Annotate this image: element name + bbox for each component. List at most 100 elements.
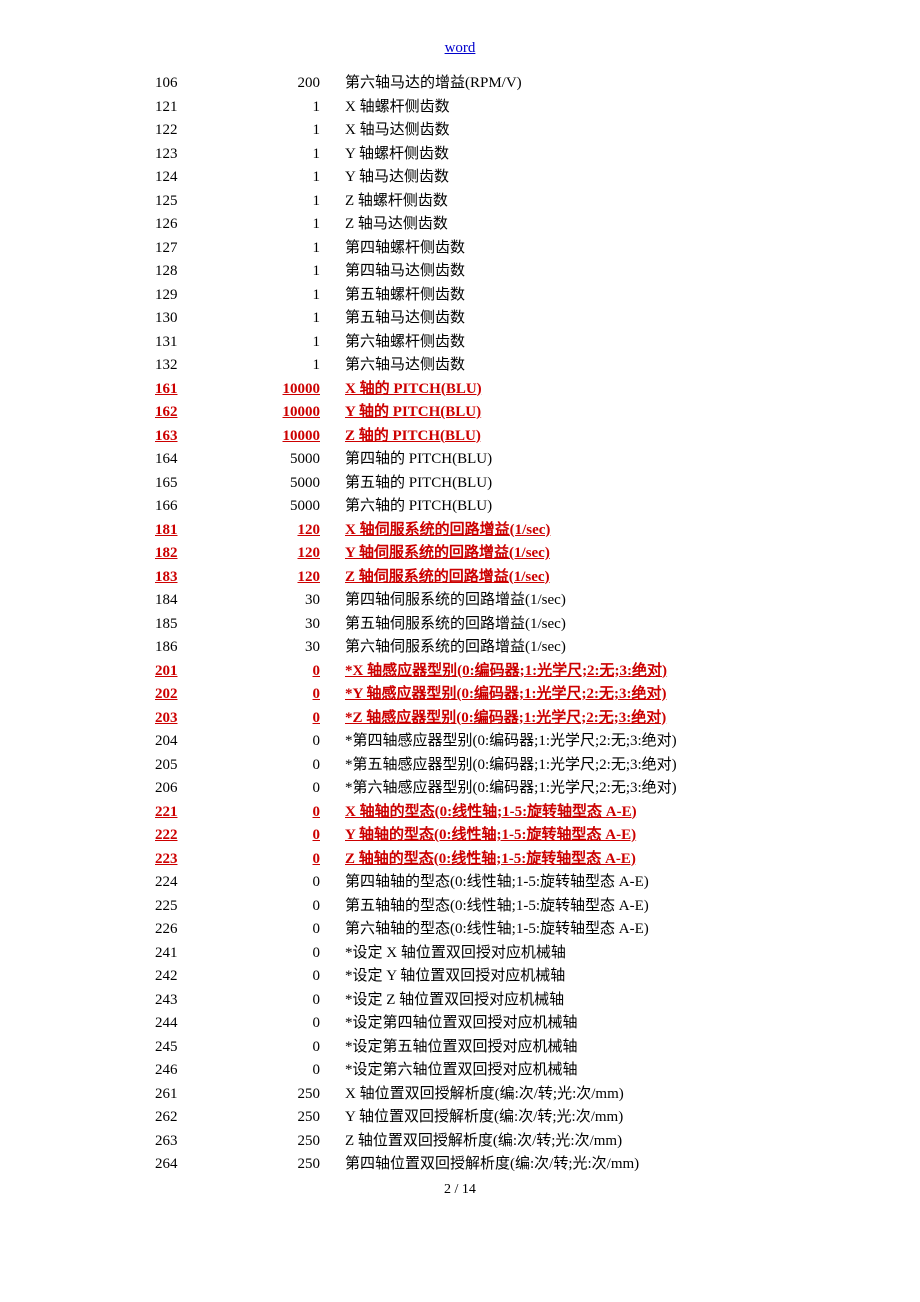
param-value: 250 bbox=[225, 1130, 345, 1154]
param-value: 0 bbox=[225, 707, 345, 731]
table-row: 2010*X 轴感应器型别(0:编码器;1:光学尺;2:无;3:绝对) bbox=[145, 660, 920, 684]
table-row: 2240第四轴轴的型态(0:线性轴;1-5:旋转轴型态 A-E) bbox=[145, 871, 920, 895]
param-id: 222 bbox=[145, 824, 225, 848]
param-value: 0 bbox=[225, 1036, 345, 1060]
param-id: 245 bbox=[145, 1036, 225, 1060]
param-value: 30 bbox=[225, 636, 345, 660]
param-id: 131 bbox=[145, 331, 225, 355]
table-row: 262250Y 轴位置双回授解析度(编:次/转;光:次/mm) bbox=[145, 1106, 920, 1130]
table-row: 18530第五轴伺服系统的回路增益(1/sec) bbox=[145, 613, 920, 637]
param-desc: *设定第四轴位置双回授对应机械轴 bbox=[345, 1012, 920, 1036]
param-value: 0 bbox=[225, 848, 345, 872]
param-value: 250 bbox=[225, 1153, 345, 1177]
param-desc: 第四轴位置双回授解析度(编:次/转;光:次/mm) bbox=[345, 1153, 920, 1177]
param-id: 163 bbox=[145, 425, 225, 449]
param-desc: *设定 X 轴位置双回授对应机械轴 bbox=[345, 942, 920, 966]
param-id: 202 bbox=[145, 683, 225, 707]
table-row: 183120Z 轴伺服系统的回路增益(1/sec) bbox=[145, 566, 920, 590]
param-id: 164 bbox=[145, 448, 225, 472]
table-row: 261250X 轴位置双回授解析度(编:次/转;光:次/mm) bbox=[145, 1083, 920, 1107]
table-row: 2260第六轴轴的型态(0:线性轴;1-5:旋转轴型态 A-E) bbox=[145, 918, 920, 942]
param-value: 1 bbox=[225, 331, 345, 355]
param-value: 1 bbox=[225, 307, 345, 331]
param-id: 121 bbox=[145, 96, 225, 120]
param-value: 250 bbox=[225, 1106, 345, 1130]
param-value: 0 bbox=[225, 989, 345, 1013]
param-id: 244 bbox=[145, 1012, 225, 1036]
param-id: 162 bbox=[145, 401, 225, 425]
param-value: 0 bbox=[225, 942, 345, 966]
param-id: 166 bbox=[145, 495, 225, 519]
param-id: 124 bbox=[145, 166, 225, 190]
param-id: 184 bbox=[145, 589, 225, 613]
table-row: 1231Y 轴螺杆侧齿数 bbox=[145, 143, 920, 167]
table-row: 1311第六轴螺杆侧齿数 bbox=[145, 331, 920, 355]
table-row: 16210000Y 轴的 PITCH(BLU) bbox=[145, 401, 920, 425]
param-id: 263 bbox=[145, 1130, 225, 1154]
param-id: 201 bbox=[145, 660, 225, 684]
param-id: 225 bbox=[145, 895, 225, 919]
table-row: 1655000第五轴的 PITCH(BLU) bbox=[145, 472, 920, 496]
param-value: 0 bbox=[225, 1059, 345, 1083]
table-row: 2230Z 轴轴的型态(0:线性轴;1-5:旋转轴型态 A-E) bbox=[145, 848, 920, 872]
param-id: 181 bbox=[145, 519, 225, 543]
param-desc: 第四轴的 PITCH(BLU) bbox=[345, 448, 920, 472]
param-desc: Z 轴轴的型态(0:线性轴;1-5:旋转轴型态 A-E) bbox=[345, 848, 920, 872]
param-desc: 第六轴马达的增益(RPM/V) bbox=[345, 72, 920, 96]
param-value: 0 bbox=[225, 754, 345, 778]
table-row: 2440*设定第四轴位置双回授对应机械轴 bbox=[145, 1012, 920, 1036]
param-desc: X 轴的 PITCH(BLU) bbox=[345, 378, 920, 402]
param-desc: *X 轴感应器型别(0:编码器;1:光学尺;2:无;3:绝对) bbox=[345, 660, 920, 684]
param-id: 185 bbox=[145, 613, 225, 637]
param-id: 224 bbox=[145, 871, 225, 895]
table-row: 16310000Z 轴的 PITCH(BLU) bbox=[145, 425, 920, 449]
param-desc: 第五轴轴的型态(0:线性轴;1-5:旋转轴型态 A-E) bbox=[345, 895, 920, 919]
table-row: 1221X 轴马达侧齿数 bbox=[145, 119, 920, 143]
param-value: 30 bbox=[225, 589, 345, 613]
param-value: 1 bbox=[225, 213, 345, 237]
table-row: 1251Z 轴螺杆侧齿数 bbox=[145, 190, 920, 214]
param-desc: X 轴位置双回授解析度(编:次/转;光:次/mm) bbox=[345, 1083, 920, 1107]
param-desc: 第四轴轴的型态(0:线性轴;1-5:旋转轴型态 A-E) bbox=[345, 871, 920, 895]
param-id: 243 bbox=[145, 989, 225, 1013]
param-value: 30 bbox=[225, 613, 345, 637]
param-id: 183 bbox=[145, 566, 225, 590]
table-row: 2050*第五轴感应器型别(0:编码器;1:光学尺;2:无;3:绝对) bbox=[145, 754, 920, 778]
param-value: 10000 bbox=[225, 425, 345, 449]
param-value: 1 bbox=[225, 284, 345, 308]
table-row: 18630第六轴伺服系统的回路增益(1/sec) bbox=[145, 636, 920, 660]
param-id: 223 bbox=[145, 848, 225, 872]
param-id: 226 bbox=[145, 918, 225, 942]
param-desc: 第六轴的 PITCH(BLU) bbox=[345, 495, 920, 519]
table-row: 2020*Y 轴感应器型别(0:编码器;1:光学尺;2:无;3:绝对) bbox=[145, 683, 920, 707]
param-value: 0 bbox=[225, 918, 345, 942]
param-value: 5000 bbox=[225, 495, 345, 519]
table-row: 263250Z 轴位置双回授解析度(编:次/转;光:次/mm) bbox=[145, 1130, 920, 1154]
param-value: 0 bbox=[225, 965, 345, 989]
param-value: 10000 bbox=[225, 378, 345, 402]
param-value: 1 bbox=[225, 190, 345, 214]
param-value: 1 bbox=[225, 166, 345, 190]
param-id: 161 bbox=[145, 378, 225, 402]
page-footer: 2 / 14 bbox=[0, 1182, 920, 1198]
document-page: word 106200第六轴马达的增益(RPM/V)1211X 轴螺杆侧齿数12… bbox=[0, 0, 920, 1302]
param-value: 250 bbox=[225, 1083, 345, 1107]
param-desc: Y 轴螺杆侧齿数 bbox=[345, 143, 920, 167]
param-desc: 第四轴伺服系统的回路增益(1/sec) bbox=[345, 589, 920, 613]
param-id: 182 bbox=[145, 542, 225, 566]
param-value: 0 bbox=[225, 683, 345, 707]
param-id: 130 bbox=[145, 307, 225, 331]
param-desc: 第六轴伺服系统的回路增益(1/sec) bbox=[345, 636, 920, 660]
table-row: 2420*设定 Y 轴位置双回授对应机械轴 bbox=[145, 965, 920, 989]
param-desc: 第六轴马达侧齿数 bbox=[345, 354, 920, 378]
table-row: 2040*第四轴感应器型别(0:编码器;1:光学尺;2:无;3:绝对) bbox=[145, 730, 920, 754]
param-id: 125 bbox=[145, 190, 225, 214]
header-link[interactable]: word bbox=[0, 40, 920, 57]
param-id: 186 bbox=[145, 636, 225, 660]
param-desc: 第四轴螺杆侧齿数 bbox=[345, 237, 920, 261]
table-row: 264250第四轴位置双回授解析度(编:次/转;光:次/mm) bbox=[145, 1153, 920, 1177]
table-row: 1281第四轴马达侧齿数 bbox=[145, 260, 920, 284]
param-desc: *Z 轴感应器型别(0:编码器;1:光学尺;2:无;3:绝对) bbox=[345, 707, 920, 731]
param-value: 1 bbox=[225, 260, 345, 284]
table-row: 16110000X 轴的 PITCH(BLU) bbox=[145, 378, 920, 402]
